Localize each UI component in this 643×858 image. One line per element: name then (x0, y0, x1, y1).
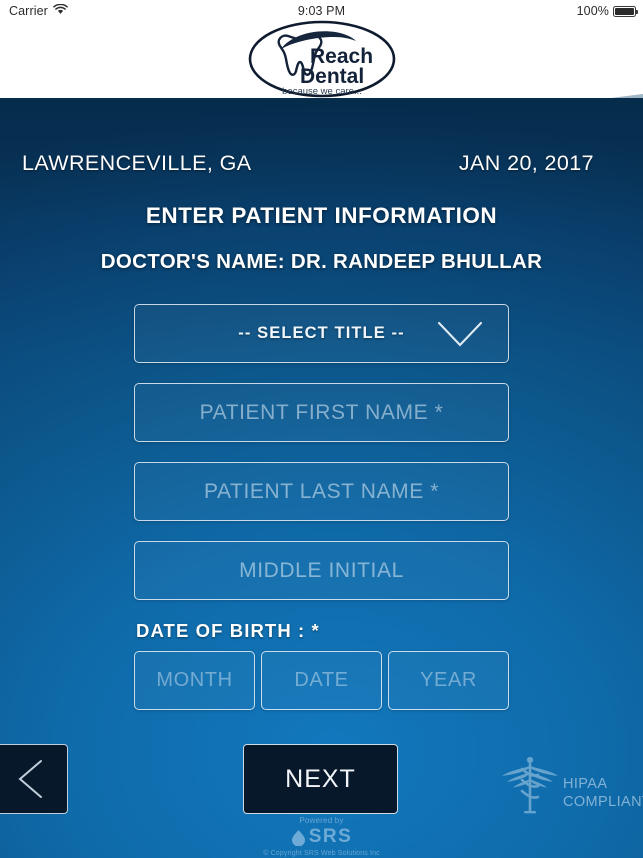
srs-copyright: © Copyright SRS Web Solutions Inc (263, 850, 380, 857)
caduceus-icon (502, 756, 558, 814)
next-button[interactable]: NEXT (243, 744, 398, 814)
status-bar-time: 9:03 PM (297, 4, 346, 18)
hipaa-text: HIPAA COMPLIANT (563, 761, 643, 811)
back-button[interactable] (0, 744, 68, 814)
first-name-input[interactable]: PATIENT FIRST NAME * (134, 383, 509, 442)
middle-initial-placeholder: MIDDLE INITIAL (239, 558, 404, 582)
dob-label: DATE OF BIRTH : * (136, 620, 320, 641)
page-title: ENTER PATIENT INFORMATION (145, 203, 498, 228)
first-name-placeholder: PATIENT FIRST NAME * (199, 400, 444, 424)
hipaa-line-1: HIPAA (563, 776, 608, 792)
last-name-input[interactable]: PATIENT LAST NAME * (134, 462, 509, 521)
srs-logo: SRS (0, 826, 643, 848)
hipaa-line-2: COMPLIANT (563, 794, 643, 810)
last-name-placeholder: PATIENT LAST NAME * (203, 479, 440, 503)
current-date: JAN 20, 2017 (458, 151, 594, 175)
title-select[interactable]: -- SELECT TITLE -- (134, 304, 509, 363)
status-bar-right: 100% (576, 4, 638, 18)
brand-header: Reach Dental because we care... (0, 20, 643, 98)
powered-by-label: Powered by (299, 816, 344, 825)
battery-full-icon (613, 5, 638, 17)
next-button-label: NEXT (285, 764, 356, 793)
dob-date-input[interactable]: DATE (261, 651, 382, 710)
srs-footer: Powered by SRS © Copyright SRS Web Solut… (0, 816, 643, 857)
srs-brand-label: SRS (308, 826, 353, 847)
logo-line-2: Dental (300, 65, 364, 88)
hipaa-badge: HIPAA COMPLIANT (500, 753, 643, 819)
middle-initial-input[interactable]: MIDDLE INITIAL (134, 541, 509, 600)
chevron-down-icon (437, 321, 483, 347)
clinic-location: LAWRENCEVILLE, GA (22, 151, 252, 175)
title-select-value: -- SELECT TITLE -- (238, 324, 405, 342)
dob-year-input[interactable]: YEAR (388, 651, 509, 710)
logo-tagline: because we care... (282, 86, 362, 97)
battery-percent-label: 100% (576, 4, 609, 18)
doctor-name: DOCTOR'S NAME: DR. RANDEEP BHULLAR (100, 250, 543, 273)
srs-drop-icon (291, 829, 305, 846)
reach-dental-logo: Reach Dental because we care... (248, 20, 395, 98)
dob-month-input[interactable]: MONTH (134, 651, 255, 710)
chevron-left-icon (18, 760, 42, 798)
dob-year-placeholder: YEAR (420, 669, 477, 691)
dob-date-placeholder: DATE (294, 669, 349, 691)
dob-month-placeholder: MONTH (156, 669, 233, 691)
locale-row: LAWRENCEVILLE, GA JAN 20, 2017 (22, 151, 594, 176)
main-content: LAWRENCEVILLE, GA JAN 20, 2017 ENTER PAT… (0, 98, 643, 858)
